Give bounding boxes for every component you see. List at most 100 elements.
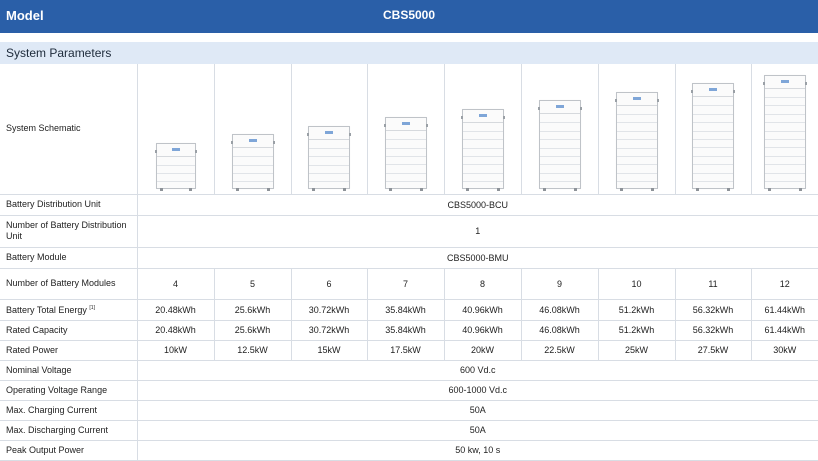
module-divider (765, 147, 805, 148)
foot-icon (768, 188, 771, 191)
battery-cabinet (232, 134, 274, 189)
foot-icon (267, 188, 270, 191)
row-label: Peak Output Power (0, 440, 137, 460)
table-cell: 17.5kW (367, 340, 444, 360)
brand-logo-icon (781, 80, 789, 83)
table-cell: 46.08kWh (521, 320, 598, 340)
row-value: 50 kw, 10 s (137, 440, 818, 460)
table-cell: 35.84kWh (367, 299, 444, 320)
row-label: Rated Power (0, 340, 137, 360)
table-cell: 4 (137, 268, 214, 299)
schematic-cell (598, 64, 675, 194)
battery-cabinet (616, 92, 658, 189)
module-divider (765, 114, 805, 115)
foot-icon (236, 188, 239, 191)
module-divider (693, 173, 733, 174)
table-header: Model CBS5000 (0, 0, 818, 33)
footnote-marker: [1] (89, 305, 95, 311)
section-title: System Parameters (0, 42, 818, 64)
battery-cabinet (462, 109, 504, 189)
table-row: Max. Charging Current 50A (0, 400, 818, 420)
table-cell: 25.6kWh (214, 299, 291, 320)
table-cell: 56.32kWh (675, 299, 751, 320)
module-divider (540, 173, 580, 174)
table-row: Battery Module CBS5000-BMU (0, 247, 818, 268)
module-divider (693, 105, 733, 106)
row-label: Number of Battery Modules (0, 268, 137, 299)
cabinet-illustration (138, 67, 214, 194)
table-cell: 51.2kWh (598, 299, 675, 320)
battery-cabinet (764, 75, 806, 189)
module-divider (540, 148, 580, 149)
foot-icon (727, 188, 730, 191)
table-cell: 8 (444, 268, 521, 299)
table-row: Max. Discharging Current 50A (0, 420, 818, 440)
module-divider (765, 173, 805, 174)
module-divider (693, 147, 733, 148)
foot-icon (466, 188, 469, 191)
table-cell: 25.6kWh (214, 320, 291, 340)
table-row: Number of Battery Modules 4 5 6 7 8 9 10… (0, 268, 818, 299)
module-divider (540, 131, 580, 132)
row-label: Battery Total Energy [1] (0, 299, 137, 320)
product-name: CBS5000 (0, 0, 818, 31)
module-divider (540, 139, 580, 140)
schematic-cell (751, 64, 818, 194)
module-divider (693, 164, 733, 165)
module-divider (463, 181, 503, 182)
cabinet-illustration (599, 67, 675, 194)
module-divider (693, 114, 733, 115)
table-cell: 10 (598, 268, 675, 299)
brand-logo-icon (172, 148, 180, 151)
brand-logo-icon (325, 131, 333, 134)
module-divider (617, 114, 657, 115)
module-divider (157, 173, 195, 174)
table-cell: 30.72kWh (291, 299, 367, 320)
module-divider (540, 181, 580, 182)
table-cell: 10kW (137, 340, 214, 360)
module-divider (617, 164, 657, 165)
module-divider (309, 181, 349, 182)
module-divider (540, 164, 580, 165)
table-row: Rated Power 10kW 12.5kW 15kW 17.5kW 20kW… (0, 340, 818, 360)
row-label: Battery Distribution Unit (0, 194, 137, 215)
table-cell: 25kW (598, 340, 675, 360)
cabinet-illustration (445, 67, 521, 194)
cabinet-illustration (368, 67, 444, 194)
handle-icon (426, 124, 428, 127)
table-cell: 51.2kWh (598, 320, 675, 340)
handle-icon (461, 116, 463, 119)
foot-icon (497, 188, 500, 191)
module-divider (617, 148, 657, 149)
foot-icon (696, 188, 699, 191)
module-divider (540, 122, 580, 123)
module-divider (233, 173, 273, 174)
module-divider (157, 165, 195, 166)
row-label: Number of Battery Distribution Unit (0, 215, 137, 247)
module-divider (386, 181, 426, 182)
table-cell: 12.5kW (214, 340, 291, 360)
module-divider (765, 139, 805, 140)
handle-icon (384, 124, 386, 127)
brand-logo-icon (479, 114, 487, 117)
table-row: Operating Voltage Range 600-1000 Vd.c (0, 380, 818, 400)
table-cell: 30kW (751, 340, 818, 360)
battery-cabinet (156, 143, 196, 189)
foot-icon (574, 188, 577, 191)
table-cell: 22.5kW (521, 340, 598, 360)
row-label: Nominal Voltage (0, 360, 137, 380)
parameters-table: System Schematic Battery Distribution Un… (0, 64, 818, 461)
brand-logo-icon (633, 97, 641, 100)
module-divider (463, 131, 503, 132)
module-divider (765, 164, 805, 165)
row-value: CBS5000-BMU (137, 247, 818, 268)
schematic-cell (444, 64, 521, 194)
table-cell: 30.72kWh (291, 320, 367, 340)
handle-icon (733, 90, 735, 93)
schematic-cell (291, 64, 367, 194)
module-divider (309, 173, 349, 174)
module-divider (617, 122, 657, 123)
row-value: 50A (137, 400, 818, 420)
brand-logo-icon (402, 122, 410, 125)
row-value: CBS5000-BCU (137, 194, 818, 215)
